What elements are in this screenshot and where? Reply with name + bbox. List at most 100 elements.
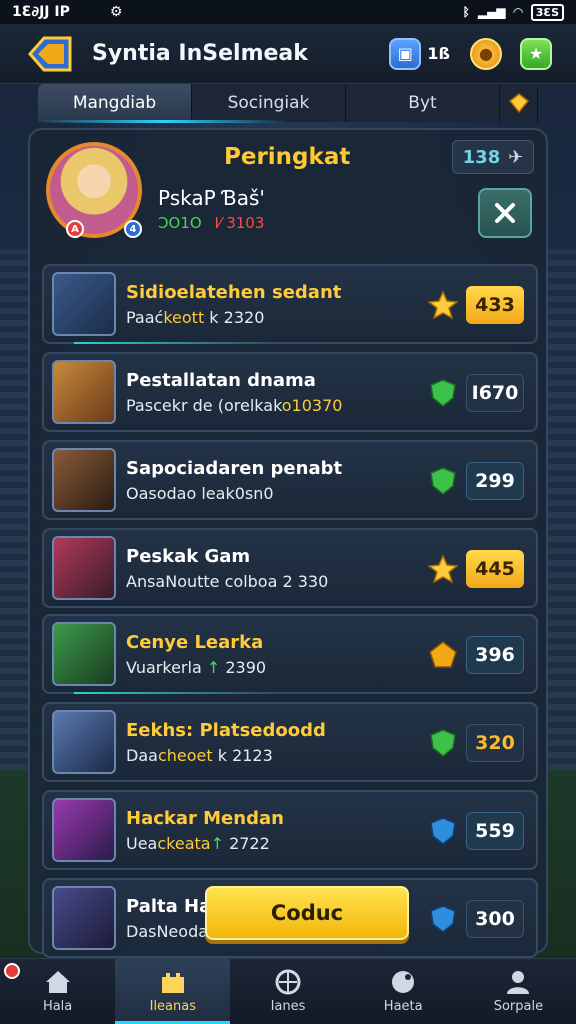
nav-item-hala[interactable]: Hala	[0, 959, 115, 1024]
row-avatar	[52, 798, 116, 862]
row-subtitle: Ueackeata↑ 2722	[126, 834, 270, 853]
globe-icon	[275, 969, 301, 995]
rank-title: Peringkat	[224, 144, 351, 170]
row-sub-prefix: DasNeoda	[126, 922, 209, 941]
nav-label: Sorpale	[493, 999, 544, 1014]
leaderboard-row[interactable]: Eekhs: Platsedoodd Daacheoet k 2123 320	[42, 702, 538, 782]
row-name: Hackar Mendan	[126, 808, 284, 829]
controller-icon	[392, 971, 415, 993]
castle-icon	[161, 973, 184, 993]
row-avatar	[52, 886, 116, 950]
row-name: Pestallatan dnama	[126, 370, 316, 391]
row-sub-prefix: Vuarkerla	[126, 658, 207, 677]
row-accent-line	[74, 342, 274, 344]
player-name: PskaP Ɓaš'	[158, 186, 265, 210]
nav-label: Haeta	[383, 999, 423, 1014]
primary-action-button[interactable]: Coduc	[205, 886, 409, 940]
row-score: 559	[466, 812, 524, 850]
star-icon: ★	[528, 44, 544, 63]
leaderboard-row[interactable]: Sidioelatehen sedant Paaćkeott k 2320 43…	[42, 264, 538, 344]
leaderboard-row[interactable]: Peskak Gam AnsaNoutte colboa 2 330 445	[42, 528, 538, 608]
gem-icon	[508, 93, 529, 114]
player-profile-card: A 4 Peringkat PskaP Ɓaš' ƆO1O I⁄ 3103 13…	[30, 130, 546, 256]
row-score: 299	[466, 462, 524, 500]
close-button[interactable]	[478, 188, 532, 238]
row-name: Cenye Learka	[126, 632, 264, 653]
row-subtitle: Daacheoet k 2123	[126, 746, 273, 765]
nav-item-haeta[interactable]: Haeta	[346, 959, 461, 1024]
row-subtitle: Pascekr de (orelkako10370	[126, 396, 342, 415]
avatar-badge-red-icon: A	[66, 220, 84, 238]
nav-item-ileanas[interactable]: Ileanas	[115, 959, 231, 1024]
leaderboard-row[interactable]: Sapociadaren penabt Oasodao leak0sn0 299	[42, 440, 538, 520]
signal-icon: ▂▄▆	[477, 5, 506, 19]
row-score: 445	[466, 550, 524, 588]
nav-item-sorpale[interactable]: Sorpale	[461, 959, 576, 1024]
row-score: 300	[466, 900, 524, 938]
row-score: 396	[466, 636, 524, 674]
row-sub-prefix: Uea	[126, 834, 158, 853]
inventory-button[interactable]: ▣	[389, 37, 422, 70]
row-sub-highlight: cheoet	[157, 746, 213, 765]
bluetooth-icon: ᛒ	[462, 5, 470, 19]
coin-button[interactable]: ●	[470, 37, 502, 70]
tab-gem[interactable]	[500, 84, 538, 122]
leaderboard-panel: A 4 Peringkat PskaP Ɓaš' ƆO1O I⁄ 3103 13…	[28, 128, 548, 958]
player-stat-green: ƆO1O	[158, 214, 202, 232]
leaderboard-row[interactable]: Cenye Learka Vuarkerla ↑ 2390 396	[42, 614, 538, 694]
player-stats: ƆO1O I⁄ 3103	[158, 214, 264, 232]
row-avatar	[52, 710, 116, 774]
plane-icon: ✈	[508, 146, 524, 168]
row-sub-prefix: AnsaNoutte colboa 2 330	[126, 572, 329, 591]
row-sub-prefix: Paać	[126, 308, 164, 327]
row-name: Sidioelatehen sedant	[126, 282, 342, 303]
tab-mangdiab[interactable]: Mangdiab	[38, 84, 192, 122]
tab-byt[interactable]: Byt	[346, 84, 500, 122]
tab-indicator	[38, 120, 288, 123]
row-sub-prefix: Oasodao leak0sn0	[126, 484, 274, 503]
leaderboard-row[interactable]: Hackar Mendan Ueackeata↑ 2722 559	[42, 790, 538, 870]
rank-number: 138	[462, 146, 501, 168]
app-logo-icon	[24, 32, 76, 76]
avatar-badge-blue-icon: 4	[124, 220, 142, 238]
row-score: 320	[466, 724, 524, 762]
rank-number-pill: 138 ✈	[452, 140, 534, 174]
row-avatar	[52, 622, 116, 686]
close-icon	[495, 203, 515, 223]
shield-green-icon	[428, 728, 458, 758]
star-icon	[428, 290, 458, 320]
row-sub-arrow: ↑	[210, 834, 224, 853]
star-icon	[428, 554, 458, 584]
row-name: Palta Hal	[126, 896, 218, 917]
battery-icon: 3ƐS	[530, 3, 564, 21]
row-sub-suffix: 2390	[220, 658, 267, 677]
row-subtitle: Vuarkerla ↑ 2390	[126, 658, 266, 677]
tab-socingiak[interactable]: Socingiak	[192, 84, 346, 122]
row-subtitle: DasNeoda	[126, 922, 208, 941]
row-sub-prefix: Daa	[126, 746, 158, 765]
row-score: 433	[466, 286, 524, 324]
coin-icon: ●	[479, 44, 493, 63]
row-score: I670	[466, 374, 524, 412]
shield-green-icon	[428, 378, 458, 408]
row-name: Eekhs: Platsedoodd	[126, 720, 326, 741]
notification-badge	[4, 963, 20, 979]
shield-gold-icon	[428, 640, 458, 670]
row-subtitle: Paaćkeott k 2320	[126, 308, 264, 327]
tab-bar: Mangdiab Socingiak Byt	[38, 84, 538, 122]
home-icon	[45, 971, 70, 993]
rewards-button[interactable]: ★	[520, 37, 552, 70]
shield-green-icon	[428, 466, 458, 496]
backpack-icon: ▣	[397, 44, 413, 63]
row-subtitle: AnsaNoutte colboa 2 330	[126, 572, 328, 591]
shield-blue-icon	[428, 816, 458, 846]
row-name: Sapociadaren penabt	[126, 458, 343, 479]
nav-label: Ianes	[270, 999, 306, 1014]
app-title: Syntia InSelmeak	[92, 41, 308, 66]
row-sub-highlight: o10370	[281, 396, 343, 415]
status-time: 1Ɛ∂JJ IP	[12, 4, 70, 20]
row-avatar	[52, 536, 116, 600]
nav-item-ianes[interactable]: Ianes	[230, 959, 345, 1024]
row-sub-highlight: keott	[163, 308, 205, 327]
leaderboard-row[interactable]: Pestallatan dnama Pascekr de (orelkako10…	[42, 352, 538, 432]
